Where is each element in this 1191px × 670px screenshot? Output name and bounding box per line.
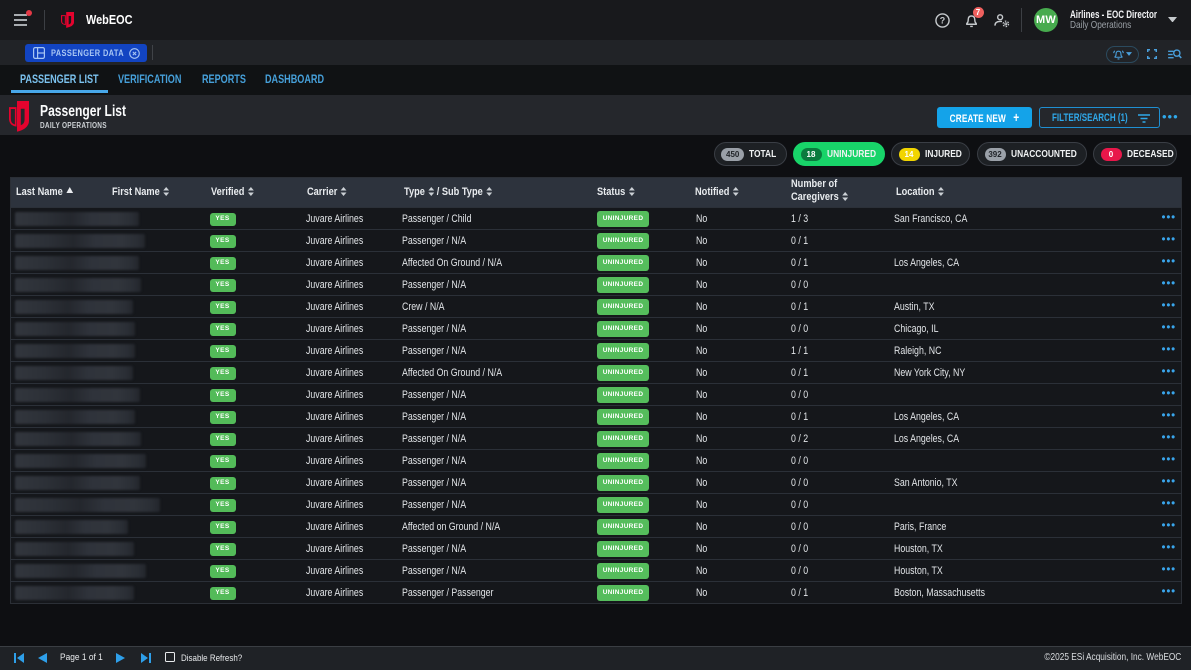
svg-text:?: ?	[940, 15, 945, 25]
